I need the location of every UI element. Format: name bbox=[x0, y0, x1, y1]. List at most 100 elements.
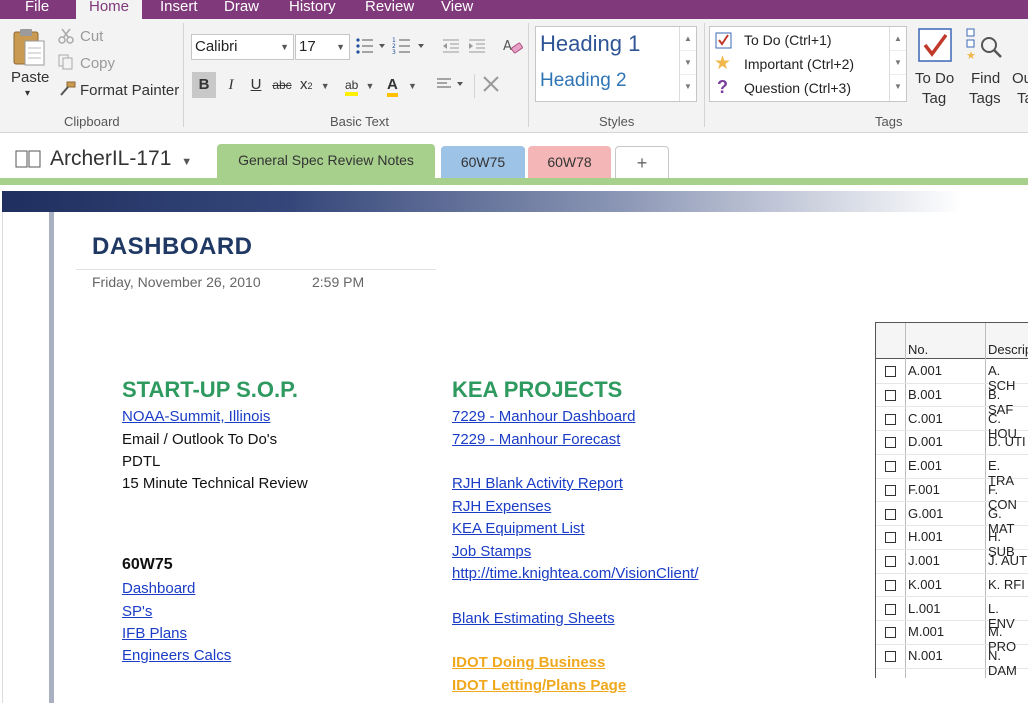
row-checkbox[interactable] bbox=[885, 461, 896, 472]
row-checkbox[interactable] bbox=[885, 484, 896, 496]
tags-scroll[interactable]: ▲ ▼ ▼ bbox=[889, 27, 906, 101]
section-tab-60w78[interactable]: 60W78 bbox=[528, 146, 611, 179]
cut-button[interactable]: Cut bbox=[80, 28, 103, 45]
section-tab-60w75[interactable]: 60W75 bbox=[441, 146, 525, 179]
menu-draw[interactable]: Draw bbox=[224, 0, 259, 19]
row-checkbox[interactable] bbox=[885, 627, 896, 639]
table-row: M.001 M. PRO bbox=[876, 621, 1028, 654]
tag-todo[interactable]: To Do (Ctrl+1) bbox=[713, 30, 889, 52]
kea-link-expenses[interactable]: RJH Expenses bbox=[452, 497, 551, 517]
delete-icon[interactable] bbox=[482, 75, 500, 93]
ribbon: Paste ▾ Cut Copy Format Painter Clipboar… bbox=[0, 19, 1028, 133]
menu-review[interactable]: Review bbox=[365, 0, 414, 19]
checkbox-icon bbox=[715, 32, 732, 49]
style-heading-1[interactable]: Heading 1 bbox=[540, 31, 640, 57]
kea-link-estimating-sheets[interactable]: Blank Estimating Sheets bbox=[452, 609, 615, 629]
italic-button[interactable]: I bbox=[219, 72, 243, 98]
row-checkbox[interactable] bbox=[885, 413, 896, 425]
table-row: F.001 F. CON bbox=[876, 479, 1028, 512]
underline-button[interactable]: U bbox=[244, 72, 268, 98]
tag-important[interactable]: ★ Important (Ctrl+2) bbox=[713, 53, 889, 76]
page-title[interactable]: DASHBOARD bbox=[92, 233, 253, 261]
row-checkbox[interactable] bbox=[885, 508, 896, 520]
font-color-label: A bbox=[387, 76, 398, 97]
scroll-up-icon[interactable]: ▲ bbox=[890, 27, 906, 51]
subscript-button[interactable]: x2 ▼ bbox=[300, 72, 334, 98]
copy-button[interactable]: Copy bbox=[80, 55, 115, 72]
startup-link-noaa[interactable]: NOAA-Summit, Illinois bbox=[122, 407, 270, 427]
row-checkbox[interactable] bbox=[885, 389, 896, 401]
bullet-list-icon[interactable] bbox=[355, 37, 389, 55]
kea-link-equipment-list[interactable]: KEA Equipment List bbox=[452, 519, 585, 539]
todo-tag-button[interactable]: To Do Tag bbox=[912, 25, 958, 113]
menu-history[interactable]: History bbox=[289, 0, 336, 19]
section-tab-general[interactable]: General Spec Review Notes bbox=[217, 144, 435, 179]
kea-link-idot-letting[interactable]: IDOT Letting/Plans Page bbox=[452, 676, 626, 696]
star-icon: ★ bbox=[714, 53, 732, 74]
scroll-down-icon[interactable]: ▼ bbox=[890, 51, 906, 75]
add-section-button[interactable]: + bbox=[615, 146, 669, 179]
w75-link-sps[interactable]: SP's bbox=[122, 602, 152, 622]
table-row: L.001 L. ENV bbox=[876, 598, 1028, 631]
w75-heading: 60W75 bbox=[122, 556, 173, 573]
notebook-selector[interactable]: ArcherIL-171 ▼ bbox=[50, 147, 192, 171]
scroll-up-icon[interactable]: ▲ bbox=[680, 27, 696, 51]
outlook-tasks-button[interactable]: Ou Ta bbox=[1010, 25, 1028, 113]
increase-indent-icon[interactable] bbox=[467, 38, 487, 54]
page-canvas[interactable]: DASHBOARD Friday, November 26, 2010 2:59… bbox=[0, 185, 1028, 703]
format-painter-button[interactable]: Format Painter bbox=[80, 82, 179, 99]
expand-gallery-icon[interactable]: ▼ bbox=[890, 75, 906, 99]
clear-formatting-icon[interactable]: A bbox=[502, 36, 524, 56]
tag-question[interactable]: ? Question (Ctrl+3) bbox=[713, 77, 889, 100]
find-tags-label-2: Tags bbox=[969, 90, 1001, 107]
bold-button[interactable]: B bbox=[192, 72, 216, 98]
kea-link-job-stamps[interactable]: Job Stamps bbox=[452, 542, 531, 562]
kea-link-activity-report[interactable]: RJH Blank Activity Report bbox=[452, 474, 623, 494]
kea-link-idot-business[interactable]: IDOT Doing Business bbox=[452, 653, 605, 673]
font-color-button[interactable]: A ▼ bbox=[387, 72, 421, 98]
kea-link-manhour-forecast[interactable]: 7229 - Manhour Forecast bbox=[452, 430, 620, 450]
row-number: E.001 bbox=[908, 458, 942, 473]
kea-link-manhour-dashboard[interactable]: 7229 - Manhour Dashboard bbox=[452, 407, 635, 427]
todo-tag-label-2: Tag bbox=[922, 90, 947, 107]
find-tags-button[interactable]: ★ Find Tags bbox=[962, 25, 1006, 113]
menu-insert[interactable]: Insert bbox=[160, 0, 198, 19]
menu-view[interactable]: View bbox=[441, 0, 473, 19]
font-size-select[interactable]: 17 ▼ bbox=[295, 34, 350, 60]
page-date: Friday, November 26, 2010 bbox=[92, 274, 261, 290]
highlight-button[interactable]: ab ▼ bbox=[345, 72, 383, 98]
scroll-down-icon[interactable]: ▼ bbox=[680, 51, 696, 75]
kea-link-vision-client[interactable]: http://time.knightea.com/VisionClient/ bbox=[452, 564, 699, 584]
menu-home[interactable]: Home bbox=[76, 0, 143, 20]
strikethrough-button[interactable]: abc bbox=[270, 72, 294, 98]
divider bbox=[704, 23, 705, 127]
styles-group-label: Styles bbox=[599, 114, 635, 129]
divider bbox=[528, 23, 529, 127]
align-icon[interactable] bbox=[436, 77, 468, 91]
row-checkbox[interactable] bbox=[885, 366, 896, 377]
styles-scroll[interactable]: ▲ ▼ ▼ bbox=[679, 27, 696, 101]
row-checkbox[interactable] bbox=[885, 532, 896, 544]
row-checkbox[interactable] bbox=[885, 651, 896, 662]
decrease-indent-icon[interactable] bbox=[441, 38, 461, 54]
expand-gallery-icon[interactable]: ▼ bbox=[680, 75, 696, 99]
row-number: J.001 bbox=[908, 553, 940, 568]
row-checkbox[interactable] bbox=[885, 603, 896, 615]
tag-question-label: Question (Ctrl+3) bbox=[744, 80, 851, 96]
font-family-select[interactable]: Calibri ▼ bbox=[191, 34, 294, 60]
menu-file[interactable]: File bbox=[25, 0, 49, 19]
row-checkbox[interactable] bbox=[885, 556, 896, 567]
style-heading-2[interactable]: Heading 2 bbox=[540, 70, 627, 92]
margin-line bbox=[2, 212, 3, 703]
table-row: K.001 K. RFI bbox=[876, 574, 1028, 598]
w75-link-dashboard[interactable]: Dashboard bbox=[122, 579, 195, 599]
subscript-digit: 2 bbox=[307, 81, 313, 91]
w75-link-engineers-calcs[interactable]: Engineers Calcs bbox=[122, 646, 231, 666]
row-checkbox[interactable] bbox=[885, 579, 896, 591]
row-checkbox[interactable] bbox=[885, 437, 896, 449]
startup-item-review: 15 Minute Technical Review bbox=[122, 475, 308, 492]
w75-link-ifb-plans[interactable]: IFB Plans bbox=[122, 624, 187, 644]
numbered-list-icon[interactable]: 1 2 3 bbox=[392, 37, 428, 55]
subscript-label: x bbox=[300, 76, 308, 93]
paste-button[interactable]: Paste ▾ bbox=[8, 25, 50, 105]
